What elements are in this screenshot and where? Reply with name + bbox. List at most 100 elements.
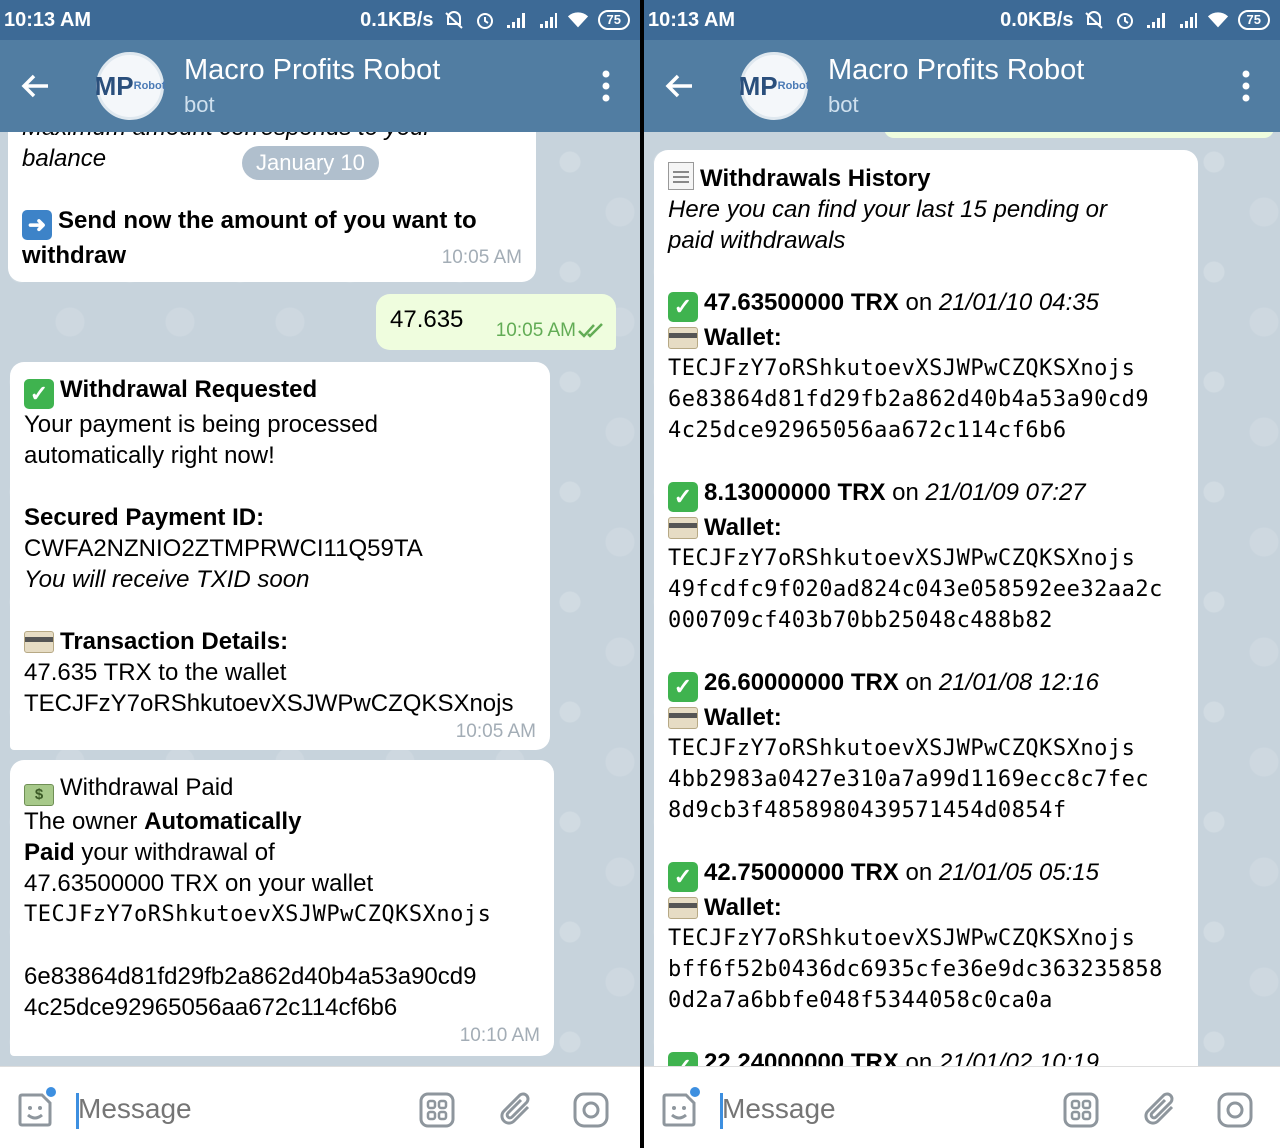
message-line: ✓ Withdrawal Requested bbox=[24, 374, 536, 409]
signal-4g-icon bbox=[539, 13, 557, 28]
tx-hash: 4c25dce92965056aa672c114cf6b6 bbox=[668, 418, 1067, 443]
text-bold: Paid bbox=[24, 839, 75, 866]
payment-id-label: Secured Payment ID: bbox=[24, 504, 265, 531]
entry-date: 21/01/10 04:35 bbox=[938, 289, 1099, 316]
credit-card-icon bbox=[668, 517, 698, 539]
avatar-text: MP bbox=[94, 70, 134, 101]
message-time: 10:05 AM bbox=[495, 320, 576, 341]
message-composer bbox=[644, 1066, 1280, 1148]
text-bold: Automatically bbox=[144, 808, 302, 835]
bot-keyboard-icon[interactable] bbox=[418, 1091, 456, 1129]
check-icon: ✓ bbox=[668, 672, 698, 702]
check-icon: ✓ bbox=[668, 862, 698, 892]
battery-indicator: 75 bbox=[597, 10, 630, 30]
avatar[interactable]: MP Robot bbox=[739, 52, 809, 120]
mute-icon bbox=[1084, 11, 1103, 29]
entry-amount: 42.75000000 TRX bbox=[704, 859, 899, 886]
wifi-icon bbox=[1207, 12, 1228, 28]
message-line: Withdrawals History bbox=[668, 162, 1184, 194]
bot-keyboard-icon[interactable] bbox=[1062, 1091, 1100, 1129]
camera-icon[interactable] bbox=[572, 1091, 610, 1129]
status-bar: 10:13 AM 0.0KB/s 75 bbox=[644, 0, 1280, 40]
message-withdrawal-paid: $ Withdrawal Paid The owner Automatically… bbox=[10, 760, 554, 1056]
more-vert-icon[interactable] bbox=[1242, 70, 1250, 102]
credit-card-icon bbox=[668, 707, 698, 729]
message-line: Paid your withdrawal of bbox=[24, 837, 540, 868]
entry-amount: 26.60000000 TRX bbox=[704, 669, 899, 696]
tx-hash: 4c25dce92965056aa672c114cf6b6 bbox=[24, 994, 398, 1021]
camera-icon[interactable] bbox=[1216, 1091, 1254, 1129]
entry-wallet-label: Wallet: bbox=[668, 892, 1184, 923]
status-time: 10:13 AM bbox=[648, 8, 736, 31]
entry-date: 21/01/09 07:27 bbox=[925, 479, 1086, 506]
check-icon: ✓ bbox=[668, 292, 698, 322]
history-entry: ✓ 8.13000000 TRX on 21/01/09 07:27 Wallet:… bbox=[668, 477, 1184, 636]
message-input[interactable] bbox=[78, 1093, 378, 1125]
message-withdrawals-history: Withdrawals History Here you can find yo… bbox=[654, 150, 1198, 1090]
mute-icon bbox=[444, 11, 463, 29]
message-line: Transaction Details: bbox=[24, 626, 536, 657]
tx-hash: 000709cf403b70bb25048c488b82 bbox=[668, 608, 1053, 633]
notification-dot bbox=[44, 1085, 58, 1099]
signal-icon bbox=[506, 13, 525, 28]
chat-header: MP Robot Macro Profits Robot bot bbox=[644, 40, 1280, 132]
entry-on: on bbox=[898, 289, 939, 316]
tx-hash: 0d2a7a6bbfe048f5344058c0ca0a bbox=[668, 988, 1053, 1013]
back-arrow-icon[interactable] bbox=[18, 68, 54, 104]
history-subtitle: Here you can find your last 15 pending o… bbox=[668, 196, 1107, 254]
signal-icon bbox=[1146, 13, 1165, 28]
entry-header: ✓ 26.60000000 TRX on 21/01/08 12:16 bbox=[668, 667, 1184, 702]
avatar[interactable]: MP Robot bbox=[94, 52, 166, 120]
chat-subtitle: bot bbox=[184, 92, 215, 117]
avatar-subtext: Robot bbox=[133, 80, 166, 92]
message-time: 10:10 AM bbox=[459, 1025, 540, 1046]
message-time: 10:05 AM bbox=[455, 721, 536, 742]
message-outgoing: 47.635 10:05 AM bbox=[376, 294, 616, 350]
txid-note: You will receive TXID soon bbox=[24, 566, 310, 593]
text-fragment: your withdrawal of bbox=[74, 839, 275, 866]
back-arrow-icon[interactable] bbox=[662, 68, 698, 104]
wallet-label: Wallet: bbox=[704, 894, 782, 921]
wallet-address: TECJFzY7oRShkutoevXSJWPwCZQKSXnojs bbox=[668, 546, 1136, 571]
text-fragment: The owner bbox=[24, 808, 145, 835]
history-title: Withdrawals History bbox=[700, 165, 931, 192]
chat-subtitle: bot bbox=[828, 92, 859, 117]
requested-title: Withdrawal Requested bbox=[60, 376, 318, 403]
entry-wallet-label: Wallet: bbox=[668, 512, 1184, 543]
entry-amount: 47.63500000 TRX bbox=[704, 289, 899, 316]
attach-icon[interactable] bbox=[498, 1091, 536, 1129]
chat-title[interactable]: Macro Profits Robot bbox=[184, 54, 440, 87]
wallet-address: TECJFzY7oRShkutoevXSJWPwCZQKSXnojs bbox=[24, 690, 514, 717]
check-icon: ✓ bbox=[668, 482, 698, 512]
outgoing-text: 47.635 bbox=[390, 306, 464, 333]
message-send-amount: Maximum amount corresponds to your balan… bbox=[8, 108, 536, 282]
right-screen: Withdrawals History Here you can find yo… bbox=[644, 0, 1280, 1148]
attach-icon[interactable] bbox=[1142, 1091, 1180, 1129]
chat-header: MP Robot Macro Profits Robot bot bbox=[0, 40, 640, 132]
arrow-right-icon: ➜ bbox=[22, 210, 52, 240]
history-entry: ✓ 42.75000000 TRX on 21/01/05 05:15 Wallet… bbox=[668, 857, 1184, 1016]
message-line: The owner Automatically bbox=[24, 806, 540, 837]
chat-title[interactable]: Macro Profits Robot bbox=[828, 54, 1084, 87]
notification-dot bbox=[688, 1085, 702, 1099]
tx-hash: 49fcdfc9f020ad824c043e058592ee32aa2c bbox=[668, 577, 1163, 602]
check-icon: ✓ bbox=[24, 379, 54, 409]
money-icon: $ bbox=[24, 784, 54, 806]
tx-hash: bff6f52b0436dc6935cfe36e9dc363235858 bbox=[668, 957, 1163, 982]
credit-card-icon bbox=[668, 897, 698, 919]
details-label: Transaction Details: bbox=[60, 628, 289, 655]
wallet-address: TECJFzY7oRShkutoevXSJWPwCZQKSXnojs bbox=[24, 902, 492, 927]
status-time: 10:13 AM bbox=[4, 8, 92, 31]
entry-wallet-label: Wallet: bbox=[668, 702, 1184, 733]
message-withdrawal-requested: ✓ Withdrawal Requested Your payment is be… bbox=[10, 362, 550, 750]
wallet-address: TECJFzY7oRShkutoevXSJWPwCZQKSXnojs bbox=[668, 926, 1136, 951]
entry-on: on bbox=[885, 479, 926, 506]
more-vert-icon[interactable] bbox=[602, 70, 610, 102]
message-composer bbox=[0, 1066, 640, 1148]
credit-card-icon bbox=[668, 327, 698, 349]
alarm-icon bbox=[476, 13, 493, 29]
message-input[interactable] bbox=[722, 1093, 1022, 1125]
requested-body: Your payment is being processed automati… bbox=[24, 411, 378, 469]
history-list: ✓ 47.63500000 TRX on 21/01/10 04:35 Wallet… bbox=[668, 287, 1184, 1082]
receipt-icon bbox=[668, 162, 694, 190]
